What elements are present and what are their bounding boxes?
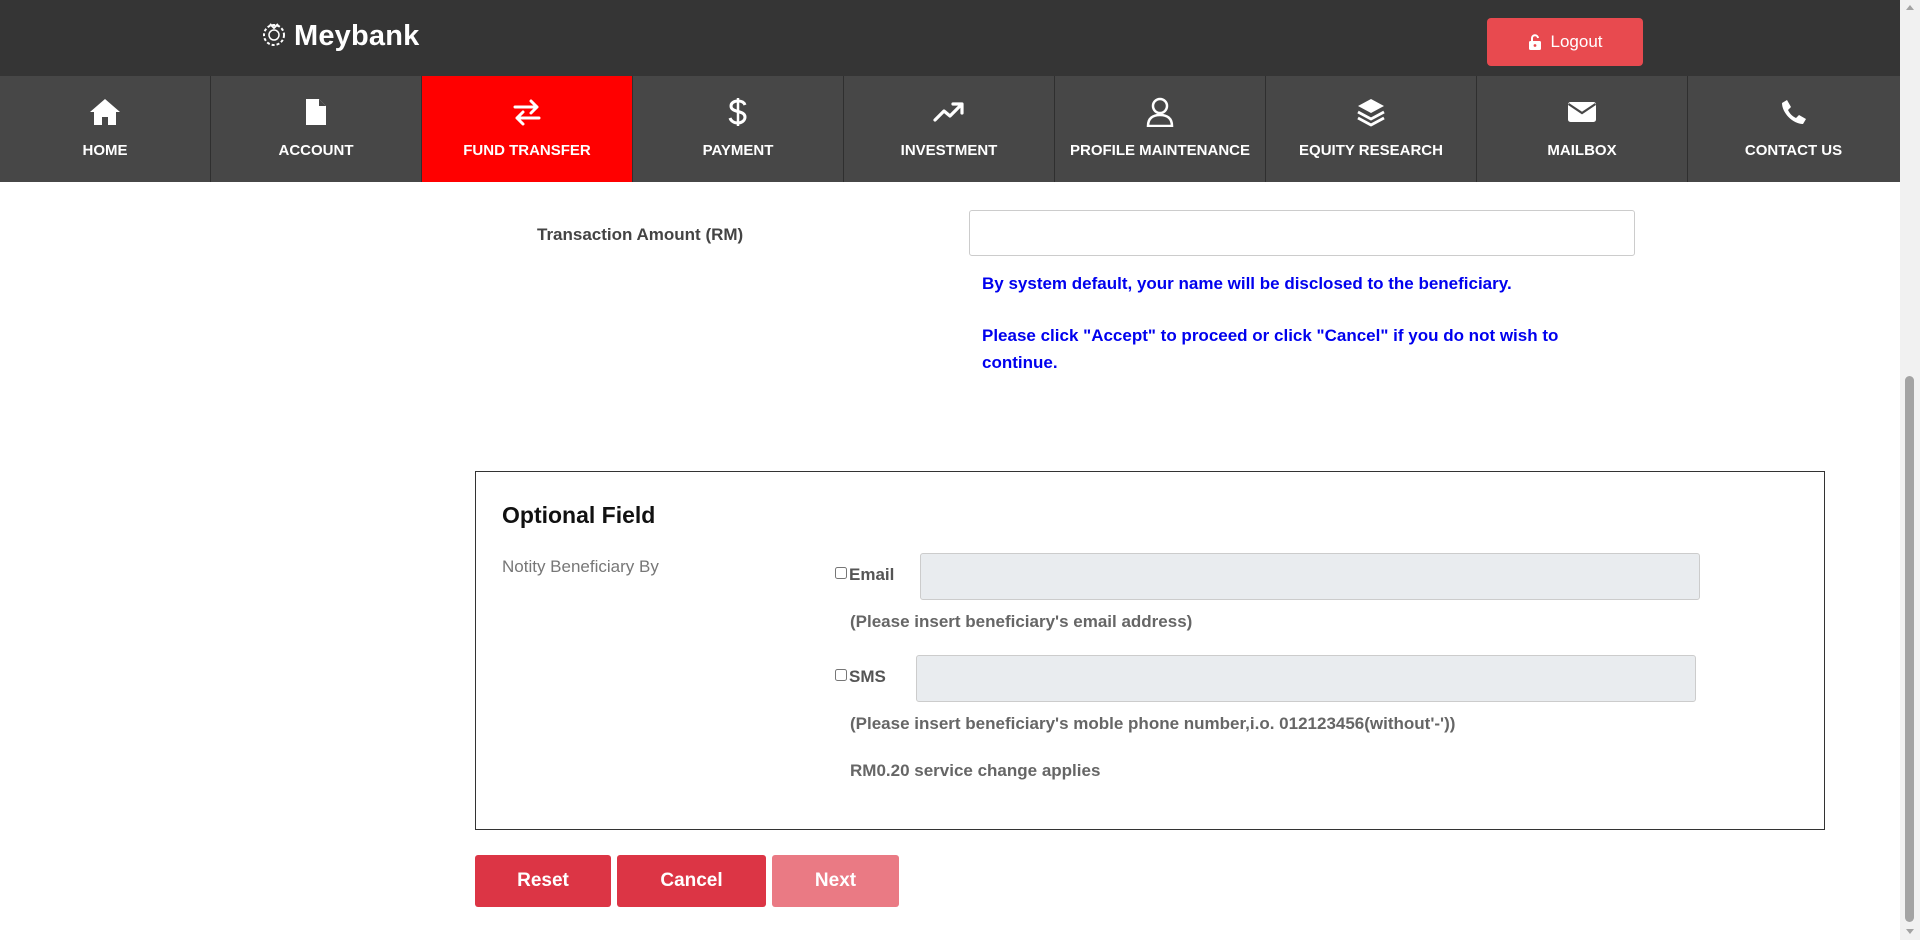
nav-item-payment[interactable]: PAYMENT <box>633 76 844 182</box>
transaction-amount-label: Transaction Amount (RM) <box>537 225 744 244</box>
sms-hint: (Please insert beneficiary's moble phone… <box>850 714 1456 733</box>
accept-cancel-notice: Please click "Accept" to proceed or clic… <box>982 326 1559 372</box>
phone-icon <box>1780 95 1808 129</box>
scroll-down-arrow-icon[interactable] <box>1906 929 1914 934</box>
scroll-up-arrow-icon[interactable] <box>1906 5 1914 10</box>
nav-item-home[interactable]: HOME <box>0 76 211 182</box>
sms-checkbox[interactable] <box>835 669 847 681</box>
sms-fee-note: RM0.20 service change applies <box>850 761 1101 780</box>
brand-name: Meybank <box>294 20 420 52</box>
sms-phone-field[interactable] <box>916 655 1696 702</box>
nav-label-profile-maintenance: PROFILE MAINTENANCE <box>1070 142 1250 159</box>
layers-icon <box>1356 95 1386 129</box>
scrollbar-thumb[interactable] <box>1905 376 1914 922</box>
logout-label: Logout <box>1550 32 1603 51</box>
disclosure-notice: By system default, your name will be dis… <box>982 274 1512 293</box>
nav-label-equity-research: EQUITY RESEARCH <box>1299 142 1443 159</box>
brand-logo[interactable]: Meybank <box>260 20 420 53</box>
nav-label-fund-transfer: FUND TRANSFER <box>463 142 591 159</box>
nav-item-mailbox[interactable]: MAILBOX <box>1477 76 1688 182</box>
email-field[interactable] <box>920 553 1700 600</box>
nav-label-payment: PAYMENT <box>702 142 774 159</box>
transaction-amount-input[interactable] <box>969 210 1635 256</box>
nav-label-mailbox: MAILBOX <box>1547 142 1617 159</box>
next-button[interactable]: Next <box>772 855 899 907</box>
optional-field-title: Optional Field <box>502 502 656 528</box>
nav-label-contact-us: CONTACT US <box>1744 142 1843 159</box>
user-icon <box>1146 95 1174 129</box>
document-icon <box>304 95 328 129</box>
top-bar: Meybank Logout <box>0 0 1900 76</box>
email-checkbox-label: Email <box>849 565 895 584</box>
page-scrollbar[interactable] <box>1900 0 1920 940</box>
logout-button[interactable]: Logout <box>1487 18 1643 66</box>
nav-label-investment: INVESTMENT <box>900 142 998 159</box>
nav-label-home: HOME <box>82 142 128 159</box>
trending-up-icon <box>933 95 965 129</box>
optional-field-panel: Optional Field Notity Beneficiary By Ema… <box>475 471 1825 830</box>
nav-item-investment[interactable]: INVESTMENT <box>844 76 1055 182</box>
nav-item-account[interactable]: ACCOUNT <box>211 76 422 182</box>
envelope-icon <box>1567 95 1597 129</box>
home-icon <box>89 95 121 129</box>
email-hint: (Please insert beneficiary's email addre… <box>850 612 1193 631</box>
nav-item-fund-transfer[interactable]: FUND TRANSFER <box>422 76 633 182</box>
nav-item-equity-research[interactable]: EQUITY RESEARCH <box>1266 76 1477 182</box>
nav-item-contact-us[interactable]: CONTACT US <box>1688 76 1899 182</box>
sms-checkbox-label: SMS <box>849 667 886 686</box>
notify-beneficiary-label: Notity Beneficiary By <box>502 557 659 576</box>
reset-button[interactable]: Reset <box>475 855 611 907</box>
nav-item-profile-maintenance[interactable]: PROFILE MAINTENANCE <box>1055 76 1266 182</box>
dollar-icon <box>727 95 749 129</box>
nav-label-account: ACCOUNT <box>278 142 354 159</box>
cancel-button[interactable]: Cancel <box>617 855 766 907</box>
main-nav: HOME ACCOUNT FUND TRANSFER PAYMENT INVES… <box>0 76 1900 182</box>
transfer-arrows-icon <box>512 95 542 129</box>
email-checkbox[interactable] <box>835 567 847 579</box>
tiger-logo-icon <box>260 20 288 53</box>
unlock-icon <box>1528 34 1541 50</box>
